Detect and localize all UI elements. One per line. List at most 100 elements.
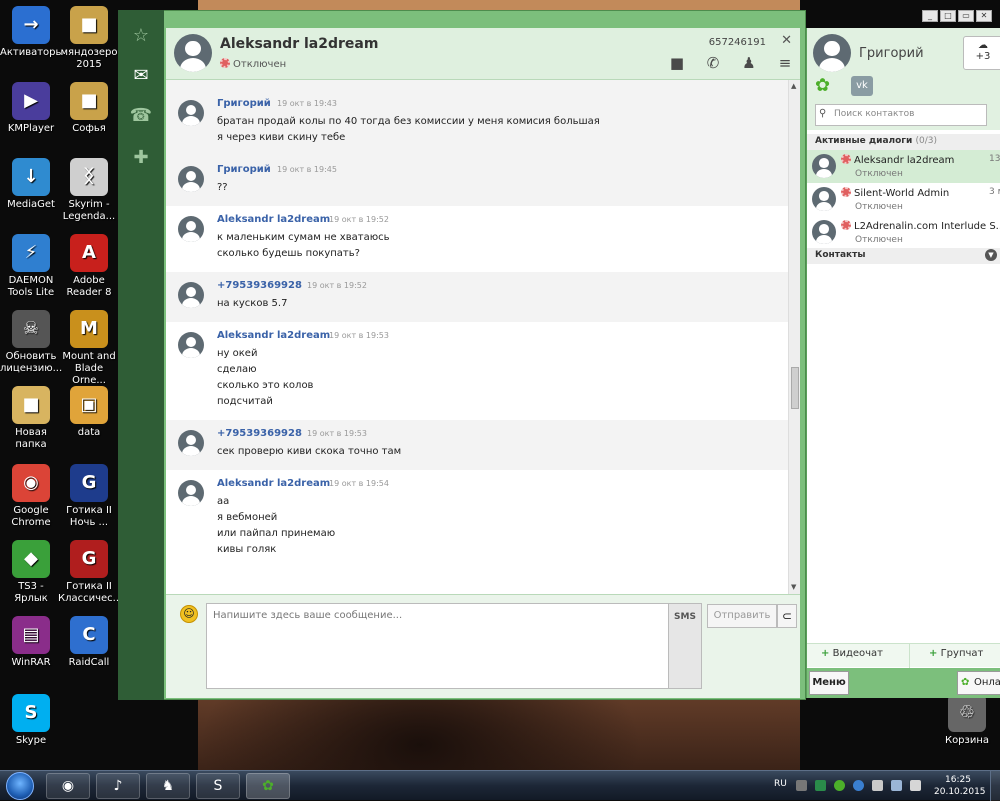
desktop-icon[interactable]: ᛝ Skyrim - Legenda... bbox=[58, 158, 120, 223]
tray-shield-icon[interactable] bbox=[815, 780, 826, 791]
add-contact-icon[interactable]: ♟ bbox=[740, 54, 758, 72]
tray-info-icon[interactable] bbox=[853, 780, 864, 791]
clock[interactable]: 16:25 20.10.2015 bbox=[934, 774, 986, 798]
message-history[interactable]: и что там? Григорий 19 окт в 19:43 братан п… bbox=[166, 80, 788, 594]
video-icon[interactable]: ■ bbox=[668, 54, 686, 72]
contact-search-input[interactable]: Поиск контактов bbox=[815, 104, 987, 126]
scroll-thumb[interactable] bbox=[791, 367, 799, 409]
desktop-icon[interactable]: A Adobe Reader 8 bbox=[58, 234, 120, 299]
message-avatar[interactable] bbox=[178, 480, 204, 506]
user-avatar[interactable] bbox=[813, 34, 851, 72]
desktop-icon[interactable]: ⚡ DAEMON Tools Lite bbox=[0, 234, 62, 299]
desktop-icon[interactable]: C RaidCall bbox=[58, 616, 120, 669]
desktop-icon[interactable]: ↓ MediaGet bbox=[0, 158, 62, 211]
message-author[interactable]: Григорий bbox=[217, 164, 271, 175]
collapse-icon[interactable]: ▼ bbox=[985, 249, 997, 261]
tray-flag-icon[interactable] bbox=[872, 780, 883, 791]
chats-icon[interactable]: ✉ bbox=[128, 62, 154, 88]
chrome-icon[interactable]: ◉ bbox=[46, 773, 90, 799]
volume-icon[interactable]: ♪ bbox=[96, 773, 140, 799]
message-author[interactable]: +79539369928 bbox=[217, 280, 302, 291]
desktop-icon[interactable]: ▤ WinRAR bbox=[0, 616, 62, 669]
desktop-icon[interactable]: ♲ Корзина bbox=[936, 694, 998, 747]
message-avatar[interactable] bbox=[178, 332, 204, 358]
minimize-button[interactable]: _ bbox=[922, 10, 938, 22]
desktop-icon[interactable]: ☠ Обновить лицензию... bbox=[0, 310, 62, 375]
desktop-icon[interactable]: M Mount and Blade Orne... bbox=[58, 310, 120, 387]
message-input[interactable]: Напишите здесь ваше сообщение... bbox=[206, 603, 702, 689]
videochat-button[interactable]: + Видеочат bbox=[821, 648, 883, 659]
attach-icon[interactable]: ⊂ bbox=[777, 604, 797, 628]
start-button[interactable] bbox=[6, 772, 34, 800]
contacts-section[interactable]: Контакты ▼ bbox=[807, 248, 1000, 264]
message-author[interactable]: +79539369928 bbox=[217, 428, 302, 439]
groupchat-button[interactable]: + Групчат bbox=[929, 648, 983, 659]
contact-status: Отключен bbox=[855, 202, 903, 212]
maximize-button[interactable]: □ bbox=[940, 10, 956, 22]
contact-list-item[interactable]: Aleksandr la2dream Отключен 13 bbox=[807, 150, 1000, 183]
desktop-icon[interactable]: ■ Софья bbox=[58, 82, 120, 135]
message-author[interactable]: Григорий bbox=[217, 98, 271, 109]
desktop-icon[interactable]: ▶ KMPlayer bbox=[0, 82, 62, 135]
active-dialogs-section[interactable]: Активные диалоги (0/3) bbox=[807, 134, 1000, 150]
icq-flower-icon[interactable]: ✿ bbox=[815, 76, 835, 96]
message-author[interactable]: Aleksandr la2dream bbox=[217, 214, 330, 225]
scroll-down-icon[interactable]: ▼ bbox=[791, 583, 796, 591]
tray-network-icon[interactable] bbox=[891, 780, 902, 791]
message-line: я вебмоней bbox=[217, 512, 278, 523]
desktop-icon[interactable]: ◆ TS3 - Ярлык bbox=[0, 540, 62, 605]
message-avatar[interactable] bbox=[178, 282, 204, 308]
message-line: сколько это колов bbox=[217, 380, 314, 391]
icq-status-flower-icon bbox=[220, 58, 230, 68]
desktop-icon[interactable]: ◉ Google Chrome bbox=[0, 464, 62, 529]
game-icon[interactable]: ♞ bbox=[146, 773, 190, 799]
contact-list-window: Григорий ☁ +3 ✿ vk Поиск контактов ⚲ Акт… bbox=[806, 28, 1000, 698]
menu-button[interactable]: Меню bbox=[809, 671, 849, 695]
message-avatar[interactable] bbox=[178, 100, 204, 126]
contacts-label: Контакты bbox=[815, 250, 866, 260]
desktop-icon[interactable]: → Активаторы bbox=[0, 6, 63, 59]
sms-toggle-button[interactable]: SMS bbox=[668, 603, 702, 689]
weather-widget[interactable]: ☁ +3 bbox=[963, 36, 1000, 70]
desktop-icon[interactable]: ■ мяндозеро 2015 bbox=[58, 6, 120, 71]
desktop-icon[interactable]: ■ Новая папка bbox=[0, 386, 62, 451]
tray-volume-icon[interactable] bbox=[910, 780, 921, 791]
desktop-icon[interactable]: G Готика II Ночь ... bbox=[58, 464, 120, 529]
message-text: ну окей сделаю сколько это колов подсчитай bbox=[217, 346, 313, 410]
user-name: Григорий bbox=[859, 46, 924, 61]
message-avatar[interactable] bbox=[178, 216, 204, 242]
desktop-icon[interactable]: ▣ data bbox=[58, 386, 120, 439]
desktop-app-icon: ■ bbox=[70, 6, 108, 44]
call-icon[interactable]: ✆ bbox=[704, 54, 722, 72]
contact-name-text: Aleksandr la2dream bbox=[854, 155, 955, 166]
skype-icon[interactable]: S bbox=[196, 773, 240, 799]
desktop-icon[interactable]: S Skype bbox=[0, 694, 62, 747]
status-online-button[interactable]: ✿ Онла bbox=[957, 671, 1000, 695]
tray-icq-icon[interactable] bbox=[834, 780, 845, 791]
show-desktop-button[interactable] bbox=[990, 771, 1000, 801]
restore-button[interactable]: ▭ bbox=[958, 10, 974, 22]
message-scrollbar[interactable]: ▲ ▼ bbox=[788, 80, 800, 594]
phone-icon[interactable]: ☎ bbox=[128, 102, 154, 128]
contact-avatar[interactable] bbox=[174, 34, 212, 72]
message-avatar[interactable] bbox=[178, 430, 204, 456]
icq-icon[interactable]: ✿ bbox=[246, 773, 290, 799]
contact-list-item[interactable]: L2Adrenalin.com Interlude S... Отключен bbox=[807, 216, 1000, 249]
desktop-icon[interactable]: G Готика II Классичес... bbox=[58, 540, 122, 605]
contact-list-item[interactable]: Silent-World Admin Отключен 3 м bbox=[807, 183, 1000, 216]
window-close-button[interactable]: ✕ bbox=[976, 10, 992, 22]
message-author[interactable]: Aleksandr la2dream bbox=[217, 478, 330, 489]
close-chat-button[interactable]: ✕ bbox=[781, 33, 792, 48]
menu-icon[interactable]: ≡ bbox=[776, 54, 794, 72]
tray-arrow-icon[interactable] bbox=[796, 780, 807, 791]
smiley-icon[interactable]: ☺ bbox=[180, 605, 198, 623]
gamepad-icon[interactable]: ✚ bbox=[128, 144, 154, 170]
message-item: и что там? bbox=[166, 80, 788, 90]
star-icon[interactable]: ☆ bbox=[128, 22, 154, 48]
message-author[interactable]: Aleksandr la2dream bbox=[217, 330, 330, 341]
scroll-up-icon[interactable]: ▲ bbox=[791, 82, 796, 90]
language-indicator[interactable]: RU bbox=[774, 779, 787, 789]
message-avatar[interactable] bbox=[178, 166, 204, 192]
send-button[interactable]: Отправить bbox=[707, 604, 777, 628]
vk-add-icon[interactable]: vk bbox=[851, 76, 873, 96]
